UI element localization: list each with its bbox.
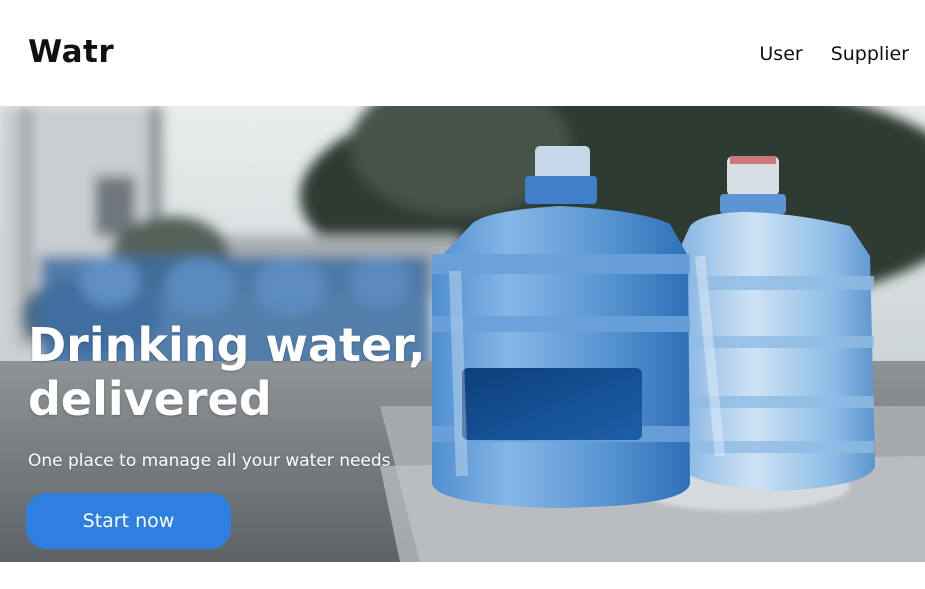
hero-subtitle: One place to manage all your water needs: [28, 451, 391, 471]
nav-link-supplier[interactable]: Supplier: [831, 43, 909, 65]
brand-logo[interactable]: Watr: [28, 34, 114, 70]
start-now-button[interactable]: Start now: [26, 493, 231, 549]
main-nav: User Supplier: [759, 43, 909, 65]
top-nav-bar: Watr User Supplier: [0, 0, 925, 106]
hero-section: Drinking water, delivered One place to m…: [0, 106, 925, 562]
nav-link-user[interactable]: User: [759, 43, 802, 65]
hero-headline: Drinking water, delivered: [28, 318, 426, 426]
